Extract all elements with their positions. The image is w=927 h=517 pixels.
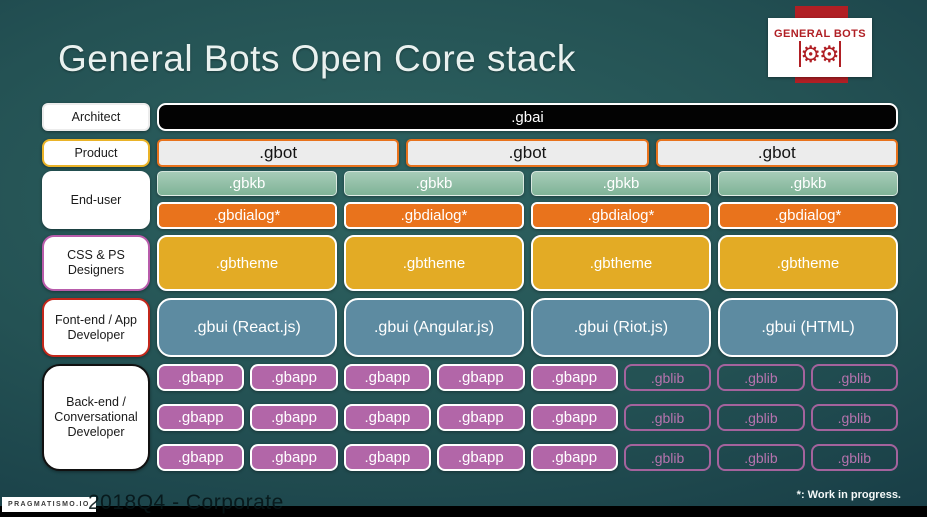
role-label-architect: Architect — [42, 103, 150, 131]
band-frontend: Font-end / App Developer .gbui (React.js… — [42, 298, 898, 357]
stack-box-gbapp: .gbapp — [250, 364, 338, 391]
stack-box-gbai: .gbai — [157, 103, 898, 131]
stack-box-gbapp: .gbapp — [250, 444, 338, 471]
band-product: Product .gbot .gbot .gbot — [42, 139, 898, 167]
gear-icon: ⚙ — [800, 40, 821, 67]
role-label-designers: CSS & PS Designers — [42, 235, 150, 291]
stack-box-gbapp: .gbapp — [343, 404, 432, 431]
gear-icon: ⚙ — [819, 40, 840, 67]
band-backend: Back-end / Conversational Developer .gba… — [42, 364, 898, 471]
stack-box-gbdialog: .gbdialog* — [718, 202, 898, 229]
stack-box-gblib: .gblib — [623, 404, 712, 431]
stack-box-gbtheme: .gbtheme — [718, 235, 898, 291]
general-bots-logo: GENERAL BOTS ⚙ ⚙ — [768, 18, 872, 77]
footer-text: 2018Q4 - Corporate — [88, 491, 284, 514]
stack-box-gbtheme: .gbtheme — [344, 235, 524, 291]
work-in-progress-note: *: Work in progress. — [796, 489, 901, 501]
stack-box-gbtheme: .gbtheme — [531, 235, 711, 291]
band-end-user: End-user .gbkb .gbkb .gbkb .gbkb .gbdial… — [42, 171, 898, 229]
stack-box-gblib: .gblib — [810, 364, 898, 391]
stack-box-gbapp: .gbapp — [343, 364, 432, 391]
stack-box-gblib: .gblib — [623, 444, 712, 471]
band-designers: CSS & PS Designers .gbtheme .gbtheme .gb… — [42, 235, 898, 291]
stack-box-gbdialog: .gbdialog* — [531, 202, 711, 229]
stack-box-gbapp: .gbapp — [530, 364, 618, 391]
role-label-backend: Back-end / Conversational Developer — [42, 364, 150, 471]
stack-box-gbapp: .gbapp — [437, 444, 525, 471]
stack-box-gbapp: .gbapp — [437, 364, 525, 391]
stack-box-gbapp: .gbapp — [530, 404, 618, 431]
role-label-frontend: Font-end / App Developer — [42, 298, 150, 357]
band-architect: Architect .gbai — [42, 103, 898, 131]
role-label-end-user: End-user — [42, 171, 150, 229]
logo-wordmark: GENERAL BOTS — [774, 28, 866, 40]
stack-box-gbapp: .gbapp — [250, 404, 338, 431]
pragmatismo-logo: PRAGMATISMO.IO — [2, 497, 96, 512]
stack-box-gbapp: .gbapp — [343, 444, 432, 471]
stack-box-gbot: .gbot — [655, 139, 898, 167]
slide-canvas: General Bots Open Core stack GENERAL BOT… — [0, 0, 927, 517]
stack-box-gbot: .gbot — [406, 139, 649, 167]
stack-box-gblib: .gblib — [717, 364, 805, 391]
stack-box-gbapp: .gbapp — [157, 404, 245, 431]
stack-box-gbkb: .gbkb — [344, 171, 524, 196]
stack-box-gbapp: .gbapp — [157, 444, 245, 471]
stack-box-gbdialog: .gbdialog* — [344, 202, 524, 229]
stack-box-gbapp: .gbapp — [530, 444, 618, 471]
page-title: General Bots Open Core stack — [58, 38, 576, 79]
stack-box-gbdialog: .gbdialog* — [157, 202, 337, 229]
stack-box-gblib: .gblib — [810, 404, 898, 431]
logo-right-bar — [838, 41, 841, 67]
stack-box-gbui-react: .gbui (React.js) — [157, 298, 337, 357]
stack-box-gbui-riot: .gbui (Riot.js) — [531, 298, 711, 357]
stack-box-gbapp: .gbapp — [157, 364, 245, 391]
role-label-product: Product — [42, 139, 150, 167]
stack-box-gbot: .gbot — [157, 139, 400, 167]
stack-box-gblib: .gblib — [717, 404, 805, 431]
stack-box-gbui-angular: .gbui (Angular.js) — [344, 298, 524, 357]
stack-box-gbkb: .gbkb — [531, 171, 711, 196]
logo-gears: ⚙ ⚙ — [799, 40, 841, 67]
stack-box-gbkb: .gbkb — [157, 171, 337, 196]
stack-box-gblib: .gblib — [810, 444, 898, 471]
stack-box-gbkb: .gbkb — [718, 171, 898, 196]
stack-box-gblib: .gblib — [717, 444, 805, 471]
stack-box-gbapp: .gbapp — [437, 404, 525, 431]
stack-box-gbtheme: .gbtheme — [157, 235, 337, 291]
stack-box-gblib: .gblib — [623, 364, 712, 391]
stack-box-gbui-html: .gbui (HTML) — [718, 298, 898, 357]
